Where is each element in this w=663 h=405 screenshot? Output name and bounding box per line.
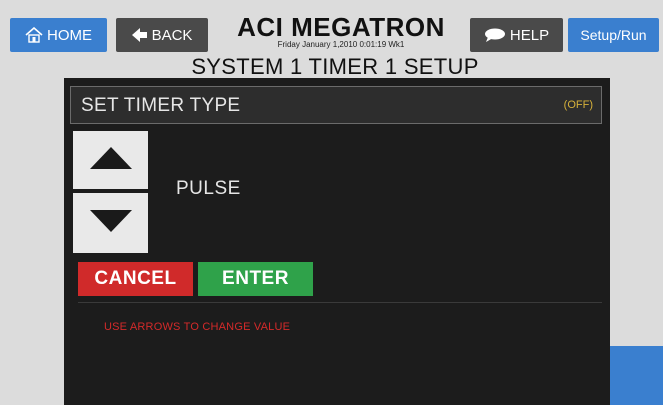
cancel-button[interactable]: CANCEL: [78, 262, 193, 296]
setup-run-label: Setup/Run: [580, 27, 647, 43]
increase-value-button[interactable]: [73, 131, 148, 189]
timer-status-badge: (OFF): [563, 99, 593, 111]
timer-setup-panel: SET TIMER TYPE (OFF) PULSE CANCEL ENTER …: [64, 78, 610, 405]
arrow-up-icon: [89, 146, 132, 174]
help-button-label: HELP: [509, 26, 550, 44]
home-icon: [25, 27, 43, 43]
home-button-label: HOME: [47, 26, 92, 44]
setup-run-button[interactable]: Setup/Run: [568, 18, 659, 52]
enter-button[interactable]: ENTER: [198, 262, 313, 296]
screen: HOME BACK ACI MEGATRON Friday January 1,…: [0, 0, 663, 405]
side-accent-block: [610, 346, 663, 405]
back-button-label: BACK: [151, 26, 193, 44]
decrease-value-button[interactable]: [73, 193, 148, 253]
divider: [78, 302, 602, 303]
arrow-down-icon: [89, 209, 132, 237]
timer-type-header: SET TIMER TYPE (OFF): [70, 86, 602, 124]
page-title: SYSTEM 1 TIMER 1 SETUP: [191, 54, 479, 79]
app-title: ACI MEGATRON: [237, 12, 445, 42]
back-arrow-icon: [131, 28, 148, 42]
speech-bubble-icon: [484, 28, 506, 42]
timer-type-value: PULSE: [176, 178, 241, 199]
instruction-text: USE ARROWS TO CHANGE VALUE: [104, 321, 291, 333]
help-button[interactable]: HELP: [470, 18, 563, 52]
back-button[interactable]: BACK: [116, 18, 208, 52]
timer-type-label: SET TIMER TYPE: [81, 95, 241, 116]
home-button[interactable]: HOME: [10, 18, 107, 52]
datetime: Friday January 1,2010 0:01:19 Wk1: [277, 40, 405, 49]
